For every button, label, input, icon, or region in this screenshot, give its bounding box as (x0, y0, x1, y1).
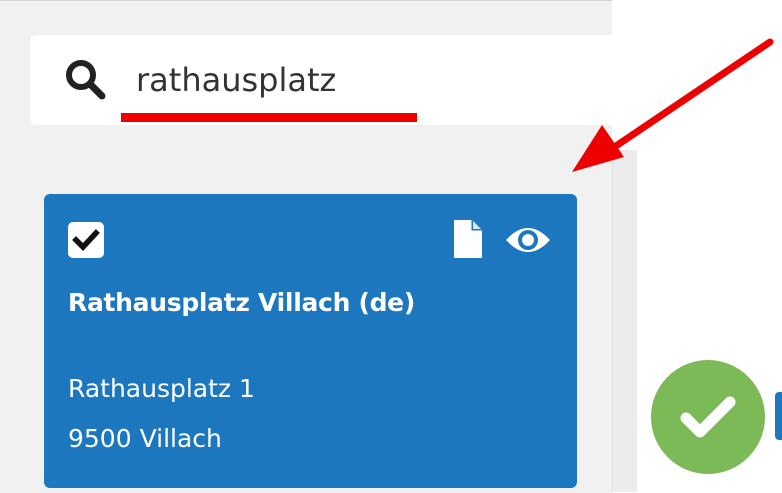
checkmark-icon (680, 396, 736, 438)
eye-icon[interactable] (504, 224, 552, 256)
panel-divider (612, 150, 637, 492)
search-icon[interactable] (64, 58, 108, 102)
result-title[interactable]: Rathausplatz Villach (de) (68, 288, 415, 317)
document-icon[interactable] (452, 218, 484, 260)
result-address-city: 9500 Villach (68, 424, 222, 453)
partial-button-edge (775, 392, 782, 440)
checkbox-checked-icon[interactable] (68, 222, 104, 258)
search-input[interactable] (136, 52, 616, 108)
result-address-street: Rathausplatz 1 (68, 374, 255, 403)
confirm-button[interactable] (651, 360, 765, 474)
result-card[interactable]: Rathausplatz Villach (de) Rathausplatz 1… (44, 194, 577, 488)
red-underline (121, 113, 417, 122)
